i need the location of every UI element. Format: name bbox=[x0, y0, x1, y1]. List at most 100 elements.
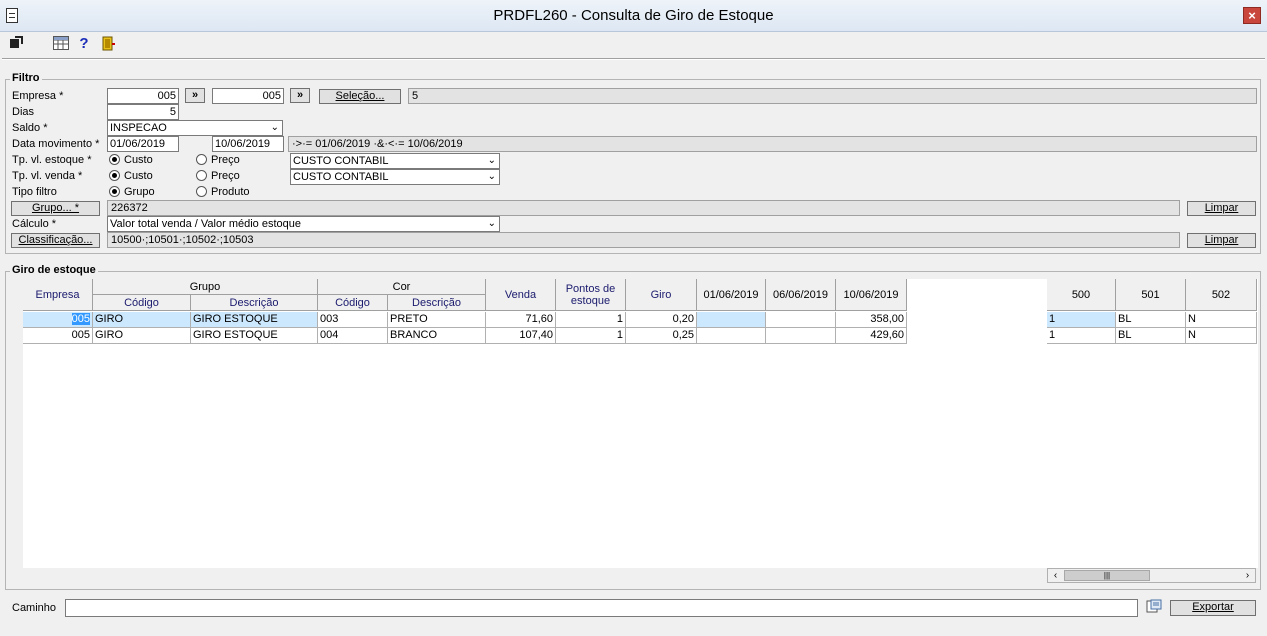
table-cell-cor-descricao[interactable]: BRANCO bbox=[388, 328, 486, 344]
table-cell-empresa[interactable]: 005 bbox=[23, 312, 93, 328]
chevron-down-icon: ⌄ bbox=[487, 171, 496, 182]
toolbar-separator bbox=[2, 58, 1265, 60]
table-cell-500[interactable]: 1 bbox=[1047, 312, 1116, 328]
col-group-cor: Cor bbox=[318, 279, 486, 295]
table-cell-empresa-text: 005 bbox=[71, 313, 90, 325]
saldo-select[interactable]: INSPECAO ⌄ bbox=[107, 120, 283, 136]
table-cell-grupo-descricao[interactable]: GIRO ESTOQUE bbox=[191, 312, 318, 328]
title-bar: PRDFL260 - Consulta de Giro de Estoque × bbox=[0, 0, 1267, 32]
col-header-d1[interactable]: 01/06/2019 bbox=[697, 279, 766, 311]
export-arrow-icon[interactable] bbox=[8, 36, 24, 52]
classificacao-limpar-button[interactable]: Limpar bbox=[1187, 233, 1256, 248]
table-cell-grupo-codigo[interactable]: GIRO bbox=[93, 312, 191, 328]
empresa-label: Empresa * bbox=[12, 90, 64, 102]
scroll-left-icon[interactable]: ‹ bbox=[1048, 569, 1063, 582]
exportar-button[interactable]: Exportar bbox=[1170, 600, 1256, 616]
tipo-filtro-label: Tipo filtro bbox=[12, 186, 57, 198]
table-cell-pontos[interactable]: 1 bbox=[556, 312, 626, 328]
tp-estoque-label: Tp. vl. estoque * bbox=[12, 154, 92, 166]
empresa-to-input[interactable]: 005 bbox=[212, 88, 284, 104]
col-header-grupo-descricao[interactable]: Descrição bbox=[191, 295, 318, 311]
data-from-input[interactable]: 01/06/2019 bbox=[107, 136, 179, 152]
tp-venda-custo-radio[interactable] bbox=[109, 170, 120, 181]
tp-venda-custo-label: Custo bbox=[124, 170, 153, 182]
classificacao-limpar-label: Limpar bbox=[1204, 234, 1239, 246]
help-icon[interactable]: ? bbox=[76, 36, 92, 52]
table-cell-d3[interactable]: 358,00 bbox=[836, 312, 907, 328]
selecao-value: 5 bbox=[408, 88, 1257, 104]
calculo-label: Cálculo * bbox=[12, 218, 57, 230]
calculo-select-value: Valor total venda / Valor médio estoque bbox=[110, 218, 301, 230]
tp-venda-preco-radio[interactable] bbox=[196, 170, 207, 181]
data-movimento-label: Data movimento * bbox=[12, 138, 100, 150]
browse-folder-icon[interactable] bbox=[1144, 599, 1164, 616]
table-cell-giro[interactable]: 0,25 bbox=[626, 328, 697, 344]
grupo-button[interactable]: Grupo... * bbox=[11, 201, 100, 216]
empresa-from-lookup-button[interactable]: » bbox=[185, 88, 205, 103]
table-icon[interactable] bbox=[53, 36, 69, 52]
table-cell-grupo-codigo[interactable]: GIRO bbox=[93, 328, 191, 344]
caminho-input[interactable] bbox=[65, 599, 1138, 617]
table-cell-grupo-descricao[interactable]: GIRO ESTOQUE bbox=[191, 328, 318, 344]
table-cell-venda[interactable]: 107,40 bbox=[486, 328, 556, 344]
col-header-cor-codigo[interactable]: Código bbox=[318, 295, 388, 311]
col-header-502[interactable]: 502 bbox=[1186, 279, 1257, 311]
table-cell-502[interactable]: N bbox=[1186, 312, 1257, 328]
tp-estoque-preco-label: Preço bbox=[211, 154, 240, 166]
table-cell-502[interactable]: N bbox=[1186, 328, 1257, 344]
table-cell-d1[interactable] bbox=[697, 312, 766, 328]
col-header-501[interactable]: 501 bbox=[1116, 279, 1186, 311]
table-cell-d1[interactable] bbox=[697, 328, 766, 344]
table-cell-d3[interactable]: 429,60 bbox=[836, 328, 907, 344]
col-header-d3[interactable]: 10/06/2019 bbox=[836, 279, 907, 311]
table-cell-cor-codigo[interactable]: 004 bbox=[318, 328, 388, 344]
classificacao-button[interactable]: Classificação... bbox=[11, 233, 100, 248]
col-header-giro[interactable]: Giro bbox=[626, 279, 697, 311]
tp-estoque-preco-radio[interactable] bbox=[196, 154, 207, 165]
exportar-button-label: Exportar bbox=[1192, 601, 1234, 613]
table-cell-d2[interactable] bbox=[766, 312, 836, 328]
col-header-empresa[interactable]: Empresa bbox=[23, 279, 93, 311]
grupo-limpar-button[interactable]: Limpar bbox=[1187, 201, 1256, 216]
tipo-filtro-produto-label: Produto bbox=[211, 186, 250, 198]
table-cell-501[interactable]: BL bbox=[1116, 312, 1186, 328]
col-header-grupo-codigo[interactable]: Código bbox=[93, 295, 191, 311]
col-header-pontos[interactable]: Pontos de estoque bbox=[556, 279, 626, 311]
table-cell-pontos[interactable]: 1 bbox=[556, 328, 626, 344]
calculo-select[interactable]: Valor total venda / Valor médio estoque … bbox=[107, 216, 500, 232]
empresa-to-lookup-button[interactable]: » bbox=[290, 88, 310, 103]
col-header-500[interactable]: 500 bbox=[1047, 279, 1116, 311]
selecao-button[interactable]: Seleção... bbox=[319, 89, 401, 104]
close-button[interactable]: × bbox=[1243, 7, 1261, 24]
dias-input[interactable]: 5 bbox=[107, 104, 179, 120]
table-cell-cor-descricao[interactable]: PRETO bbox=[388, 312, 486, 328]
caminho-label: Caminho bbox=[12, 602, 57, 614]
exit-door-icon[interactable] bbox=[100, 36, 116, 52]
filtro-title: Filtro bbox=[10, 72, 42, 84]
table-cell-cor-codigo[interactable]: 003 bbox=[318, 312, 388, 328]
scroll-thumb[interactable]: ||| bbox=[1064, 570, 1150, 581]
empresa-from-input[interactable]: 005 bbox=[107, 88, 179, 104]
scroll-right-icon[interactable]: › bbox=[1240, 569, 1255, 582]
col-header-venda[interactable]: Venda bbox=[486, 279, 556, 311]
table-cell-501[interactable]: BL bbox=[1116, 328, 1186, 344]
col-header-d2[interactable]: 06/06/2019 bbox=[766, 279, 836, 311]
horizontal-scrollbar[interactable]: ‹ ||| › bbox=[1047, 568, 1256, 583]
col-header-cor-descricao[interactable]: Descrição bbox=[388, 295, 486, 311]
table-cell-venda[interactable]: 71,60 bbox=[486, 312, 556, 328]
chevron-down-icon: ⌄ bbox=[487, 155, 496, 166]
table-cell-giro[interactable]: 0,20 bbox=[626, 312, 697, 328]
saldo-select-value: INSPECAO bbox=[110, 122, 167, 134]
table-cell-empresa[interactable]: 005 bbox=[23, 328, 93, 344]
tipo-filtro-produto-radio[interactable] bbox=[196, 186, 207, 197]
data-expression: ·>·= 01/06/2019 ·&·<·= 10/06/2019 bbox=[288, 136, 1257, 152]
data-to-input[interactable]: 10/06/2019 bbox=[212, 136, 284, 152]
tp-estoque-select[interactable]: CUSTO CONTABIL ⌄ bbox=[290, 153, 500, 169]
table-cell-d2[interactable] bbox=[766, 328, 836, 344]
tp-venda-select[interactable]: CUSTO CONTABIL ⌄ bbox=[290, 169, 500, 185]
tipo-filtro-grupo-radio[interactable] bbox=[109, 186, 120, 197]
col-group-grupo: Grupo bbox=[93, 279, 318, 295]
table-cell-500[interactable]: 1 bbox=[1047, 328, 1116, 344]
tp-estoque-custo-radio[interactable] bbox=[109, 154, 120, 165]
classificacao-button-label: Classificação... bbox=[18, 234, 93, 246]
